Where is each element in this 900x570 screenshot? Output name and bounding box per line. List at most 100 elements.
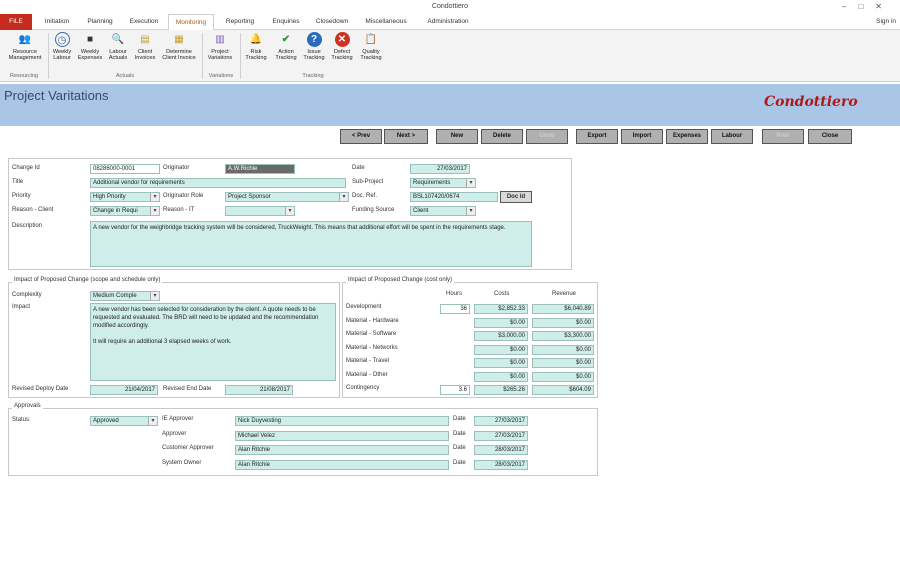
close-button[interactable]: Close [808, 129, 852, 144]
approval-date-field[interactable]: 27/03/2017 [474, 416, 528, 426]
approval-date-field[interactable]: 27/03/2017 [474, 430, 528, 441]
group-actuals: Actuals [115, 73, 135, 79]
reason-it-select[interactable] [225, 206, 295, 216]
labour-actuals-button[interactable]: 🔍 Labour Actuals [106, 32, 130, 61]
cost-hours-field[interactable]: 36 [440, 304, 470, 314]
issue-tracking-button[interactable]: ? Issue Tracking [302, 32, 326, 61]
approver-name-field[interactable]: Nick Duyvesting [235, 416, 449, 426]
cost-revenue-field[interactable]: $0.00 [532, 371, 594, 382]
cost-value-field[interactable]: $0.00 [474, 358, 528, 368]
tab-closedown[interactable]: Closedown [310, 14, 354, 30]
tab-reporting[interactable]: Reporting [218, 14, 262, 30]
cost-revenue-field[interactable]: $0.00 [532, 358, 594, 368]
cost-row-label: Material - Other [346, 371, 388, 378]
costs-header: Costs [494, 291, 510, 297]
change-id-field[interactable]: 08286000-0001 [90, 164, 160, 174]
description-label: Description [12, 223, 43, 229]
weekly-labour-button[interactable]: ◷ Weekly Labour [50, 32, 74, 61]
priority-label: Priority [12, 193, 31, 199]
cost-row-label: Development [346, 304, 382, 310]
reason-it-label: Reason - IT [163, 207, 195, 213]
priority-select[interactable]: High Priority [90, 192, 160, 202]
tab-enquiries[interactable]: Enquiries [266, 14, 306, 30]
approver-name-field[interactable]: Alan Ritchie [235, 459, 449, 470]
impact-field[interactable]: A new vendor has been selected for consi… [90, 303, 336, 381]
originator-field[interactable]: A.W.Richie [225, 164, 295, 174]
cost-revenue-field[interactable]: $0.00 [532, 317, 594, 328]
quality-tracking-button[interactable]: 📋 Quality Tracking [358, 32, 384, 61]
end-date-field[interactable]: 21/08/2017 [225, 385, 293, 395]
cost-revenue-field[interactable]: $604.09 [532, 385, 594, 395]
funding-select[interactable]: Client [410, 206, 476, 216]
status-label: Status: [12, 417, 31, 423]
tab-administration[interactable]: Administration [418, 14, 478, 30]
expenses-button[interactable]: Expenses [666, 129, 708, 144]
cost-value-field[interactable]: $3,000.00 [474, 331, 528, 341]
tab-monitoring[interactable]: Monitoring [168, 14, 214, 31]
docref-field[interactable]: BSL107420/0674 [410, 192, 498, 202]
next-button[interactable]: Next > [384, 129, 428, 144]
date-field[interactable]: 27/03/2017 [410, 164, 470, 174]
doc-id-button[interactable]: Doc Id [500, 191, 532, 203]
deploy-date-label: Revised Deploy Date [12, 386, 69, 392]
approval-date-label: Date [453, 416, 466, 422]
approvals-legend: Approvals [12, 403, 43, 409]
cost-value-field[interactable]: $0.00 [474, 344, 528, 355]
client-invoices-button[interactable]: ▤ Client Invoices [132, 32, 158, 61]
cost-revenue-field[interactable]: $6,040.89 [532, 304, 594, 314]
checkmark-icon: ✔ [281, 34, 291, 45]
complexity-select[interactable]: Medium Comple [90, 291, 160, 301]
question-icon: ? [306, 32, 322, 47]
description-field[interactable]: A new vendor for the weighbridge trackin… [90, 221, 532, 267]
cost-value-field[interactable]: $0.00 [474, 317, 528, 328]
cost-row-label: Material - Travel [346, 358, 390, 364]
impact-label: Impact [12, 304, 31, 310]
tab-execution[interactable]: Execution [124, 14, 164, 30]
reason-client-select[interactable]: Change in Requi [90, 206, 160, 216]
delete-button[interactable]: Delete [481, 129, 523, 144]
risk-tracking-button[interactable]: 🔔 Risk Tracking [242, 32, 270, 61]
title-field[interactable]: Additional vendor for requirements [90, 178, 346, 188]
reason-client-label: Reason - Client [12, 207, 54, 213]
deploy-date-field[interactable]: 21/04/2017 [90, 385, 158, 395]
cost-value-field[interactable]: $2,852.33 [474, 304, 528, 314]
sign-in-link[interactable]: Sign in [876, 14, 896, 30]
export-button[interactable]: Export [576, 129, 618, 144]
print-button[interactable]: Prev [762, 129, 804, 144]
cost-revenue-field[interactable]: $0.00 [532, 344, 594, 355]
weekly-expenses-button[interactable]: ■ Weekly Expenses [76, 32, 104, 61]
subproject-select[interactable]: Requirements [410, 178, 476, 188]
tab-initiation[interactable]: Initiation [38, 14, 76, 30]
window-title: Condottiero [0, 0, 900, 14]
status-select[interactable]: Approved [90, 416, 158, 426]
defect-tracking-button[interactable]: ✕ Defect Tracking [328, 32, 356, 61]
action-tracking-button[interactable]: ✔ Action Tracking [272, 32, 300, 61]
approval-date-field[interactable]: 28/03/2017 [474, 445, 528, 455]
approver-role-label: Approver [162, 430, 187, 437]
window-controls[interactable]: –□✕ [842, 0, 894, 14]
approval-date-label: Date [453, 430, 466, 437]
approver-name-field[interactable]: Alan Ritchie [235, 445, 449, 455]
cost-row-label: Material - Software [346, 331, 397, 337]
import-button[interactable]: Import [621, 129, 663, 144]
page-title: Project Varitations [4, 88, 109, 103]
new-button[interactable]: New [436, 129, 478, 144]
cost-revenue-field[interactable]: $3,300.00 [532, 331, 594, 341]
cost-value-field[interactable]: $265.26 [474, 385, 528, 395]
approval-date-field[interactable]: 28/03/2017 [474, 459, 528, 470]
approver-name-field[interactable]: Michael Velez [235, 430, 449, 441]
determine-client-invoice-button[interactable]: ▦ Determine Client Invoice [160, 32, 198, 61]
title-label: Title [12, 179, 24, 185]
labour-button[interactable]: Labour [711, 129, 753, 144]
undo-button[interactable]: Undo [526, 129, 568, 144]
prev-button[interactable]: < Prev [340, 129, 382, 144]
cost-hours-field[interactable]: 3.6 [440, 385, 470, 395]
resource-management-button[interactable]: 👥 Resource Management [4, 32, 46, 61]
tab-planning[interactable]: Planning [80, 14, 120, 30]
tab-file[interactable]: FILE [0, 14, 32, 30]
change-id-label: Change Id [12, 165, 40, 171]
cost-value-field[interactable]: $0.00 [474, 371, 528, 382]
originator-role-select[interactable]: Project Sponsor [225, 192, 349, 202]
project-variations-button[interactable]: ▥ Project Variations [204, 32, 236, 61]
tab-miscellaneous[interactable]: Miscellaneous [358, 14, 414, 30]
